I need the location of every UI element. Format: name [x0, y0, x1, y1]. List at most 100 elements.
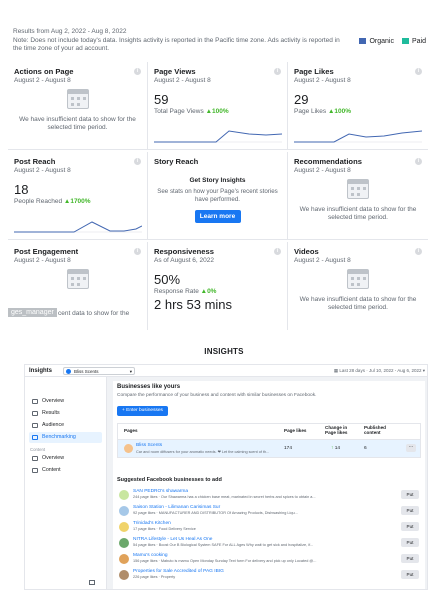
card-title: Videos	[294, 247, 319, 256]
sidebar-section-label: Content	[30, 447, 46, 452]
app-title: Insights	[29, 368, 53, 374]
legend-organic: Organic	[359, 38, 394, 45]
metric-value: 29	[294, 92, 309, 107]
card-date: August 2 - August 8	[294, 77, 351, 84]
section-heading: Businesses like yours	[117, 384, 181, 390]
calendar-icon	[66, 269, 89, 289]
page-likes-value: 174	[284, 446, 293, 451]
metric-label: Total Page Views ▲100%	[154, 108, 229, 115]
sidebar-item-audience[interactable]: Audience	[29, 420, 102, 431]
learn-more-button[interactable]: Learn more	[194, 210, 241, 223]
card-post-reach[interactable]: Post Reach August 2 - August 8 i 18 Peop…	[8, 152, 148, 240]
put-button[interactable]: Put	[401, 522, 419, 531]
business-description: 226 page likes · Property	[133, 575, 176, 579]
page-selector[interactable]: Bliss Scents ▾	[63, 367, 135, 375]
business-name[interactable]: NITRA Lifestyle - Let Us Heal As One	[133, 537, 212, 542]
sidebar-item-content-overview[interactable]: Overview	[29, 453, 102, 464]
put-button[interactable]: Put	[401, 490, 419, 499]
card-recommendations[interactable]: Recommendations August 2 - August 8 i We…	[288, 152, 428, 240]
list-item: Saison Station - Lilimanan Carisimas Sur…	[117, 503, 421, 519]
calendar-icon	[66, 89, 89, 109]
info-icon[interactable]: i	[134, 158, 141, 165]
section-description: Compare the performance of your business…	[117, 393, 317, 398]
sparkline-chart	[154, 130, 282, 143]
card-story-reach[interactable]: Story Reach Get Story Insights See stats…	[148, 152, 288, 240]
business-name[interactable]: Trinidad's Kitchen	[133, 521, 171, 526]
col-published-content[interactable]: Published content	[364, 425, 398, 435]
page-insights-overview: Results from Aug 2, 2022 - Aug 8, 2022 N…	[8, 28, 428, 330]
story-text: See stats on how your Page's recent stor…	[157, 188, 278, 203]
overlay-tag: ges_manager	[8, 308, 57, 317]
card-title: Page Likes	[294, 67, 334, 76]
sidebar-item-benchmarking[interactable]: Benchmarking	[29, 432, 102, 443]
card-date: August 2 - August 8	[14, 77, 71, 84]
info-icon[interactable]: i	[274, 68, 281, 75]
business-name[interactable]: Mamu's cooking	[133, 553, 168, 558]
table-header: Pages Page likes Change in Page likes Pu…	[118, 424, 420, 440]
sparkline-chart	[294, 130, 422, 143]
legend-paid: Paid	[401, 38, 426, 45]
more-options-button[interactable]: ···	[406, 444, 416, 452]
info-icon[interactable]: i	[134, 68, 141, 75]
collapse-sidebar-icon[interactable]	[89, 580, 95, 585]
metric-value: 59	[154, 92, 169, 107]
card-responsiveness[interactable]: Responsiveness As of August 6, 2022 i 50…	[148, 242, 288, 330]
card-post-engagement[interactable]: Post Engagement August 2 - August 8 i ge…	[8, 242, 148, 330]
page-description: Car and room diffusers for your aromatic…	[136, 450, 270, 454]
sidebar-item-content[interactable]: Content	[29, 465, 102, 476]
card-page-likes[interactable]: Page Likes August 2 - August 8 i 29 Page…	[288, 62, 428, 150]
page-avatar-icon	[66, 369, 71, 374]
response-time-value: 2 hrs 53 mins	[154, 297, 233, 312]
card-date: August 2 - August 8	[14, 257, 71, 264]
info-icon[interactable]: i	[415, 68, 422, 75]
info-icon[interactable]: i	[274, 248, 281, 255]
results-icon	[32, 411, 38, 416]
col-change-in-page-likes[interactable]: Change in Page likes	[325, 425, 355, 435]
date-range-picker[interactable]: ▦ Last 28 days · Jul 10, 2022 - Aug 6, 2…	[334, 368, 425, 374]
avatar	[124, 444, 133, 453]
page-name[interactable]: Bliss Scents	[136, 443, 162, 448]
overview-icon	[32, 456, 38, 461]
change-value: ↑ 14	[331, 446, 341, 451]
put-button[interactable]: Put	[401, 538, 419, 547]
business-name[interactable]: Saison Station - Lilimanan Carisimas Sur	[133, 505, 220, 510]
info-icon[interactable]: i	[415, 248, 422, 255]
col-pages[interactable]: Pages	[124, 428, 138, 433]
put-button[interactable]: Put	[401, 570, 419, 579]
card-videos[interactable]: Videos August 2 - August 8 i We have ins…	[288, 242, 428, 330]
card-date: August 2 - August 8	[294, 257, 351, 264]
card-actions-on-page[interactable]: Actions on Page August 2 - August 8 i We…	[8, 62, 148, 150]
business-name[interactable]: SAN PEDRO's shawarma	[133, 489, 188, 494]
metric-label: Response Rate ▲0%	[154, 288, 217, 295]
sidebar-item-overview[interactable]: Overview	[29, 396, 102, 407]
business-name[interactable]: Properties for Sale Accredited of PAG IB…	[133, 569, 224, 574]
published-value: 6	[364, 446, 367, 451]
table-row[interactable]: Bliss Scents Car and room diffusers for …	[118, 440, 420, 457]
avatar	[119, 538, 129, 548]
sidebar-item-results[interactable]: Results	[29, 408, 102, 419]
metric-label: People Reached ▲1700%	[14, 198, 91, 205]
list-item: SAN PEDRO's shawarma 244 page likes · Ou…	[117, 487, 421, 503]
avatar	[119, 570, 129, 580]
benchmarking-icon	[32, 435, 38, 440]
response-rate-value: 50%	[154, 272, 181, 287]
list-item: NITRA Lifestyle - Let Us Heal As One 54 …	[117, 535, 421, 551]
info-icon[interactable]: i	[134, 248, 141, 255]
avatar	[119, 554, 129, 564]
insufficient-data-text: We have insufficient data to show for th…	[299, 206, 417, 221]
insights-card-grid: Actions on Page August 2 - August 8 i We…	[8, 62, 428, 330]
business-description: 92 page likes · MANUFACTURER AND DISTRIB…	[133, 511, 298, 515]
put-button[interactable]: Put	[401, 506, 419, 515]
suggested-heading: Suggested Facebook businesses to add	[117, 477, 222, 483]
put-button[interactable]: Put	[401, 554, 419, 563]
card-date: August 2 - August 8	[154, 77, 211, 84]
card-page-views[interactable]: Page Views August 2 - August 8 i 59 Tota…	[148, 62, 288, 150]
col-page-likes[interactable]: Page likes	[284, 428, 306, 433]
enter-businesses-button[interactable]: + Enter businesses	[117, 406, 168, 416]
insufficient-data-text: We have insufficient data to show for th…	[19, 116, 136, 131]
card-title: Responsiveness	[154, 247, 214, 256]
top-bar: Insights Bliss Scents ▾ ▦ Last 28 days ·…	[25, 365, 427, 377]
info-icon[interactable]: i	[415, 158, 422, 165]
card-date: As of August 6, 2022	[154, 257, 214, 264]
list-item: Trinidad's Kitchen 17 page likes · Food …	[117, 519, 421, 535]
